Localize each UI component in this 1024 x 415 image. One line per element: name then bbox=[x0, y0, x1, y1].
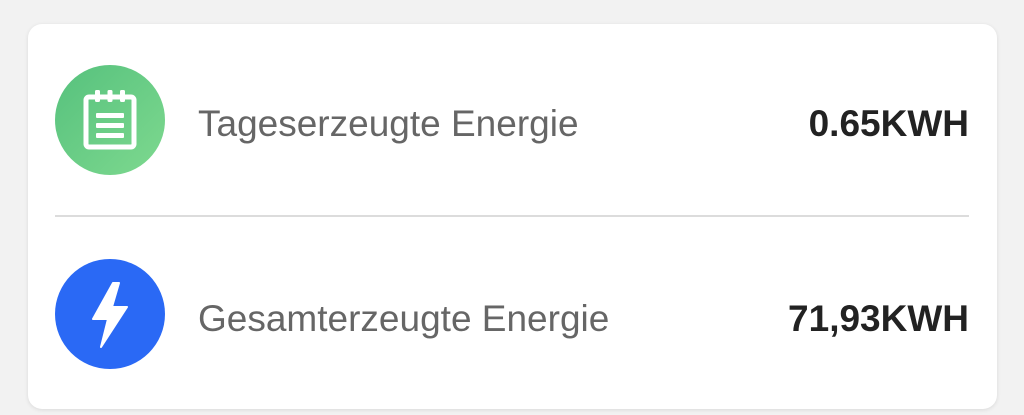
total-energy-label: Gesamterzeugte Energie bbox=[198, 298, 610, 339]
energy-card: Tageserzeugte Energie 0.65KWH Gesamterze… bbox=[28, 24, 997, 409]
total-energy-value: 71,93KWH bbox=[788, 298, 969, 339]
daily-energy-row: Tageserzeugte Energie 0.65KWH bbox=[28, 24, 997, 216]
lightning-bolt-icon bbox=[55, 259, 165, 369]
total-energy-row: Gesamterzeugte Energie 71,93KWH bbox=[28, 217, 997, 409]
clipboard-list-icon bbox=[55, 65, 165, 175]
daily-energy-value: 0.65KWH bbox=[808, 103, 969, 144]
daily-energy-label: Tageserzeugte Energie bbox=[198, 103, 579, 144]
